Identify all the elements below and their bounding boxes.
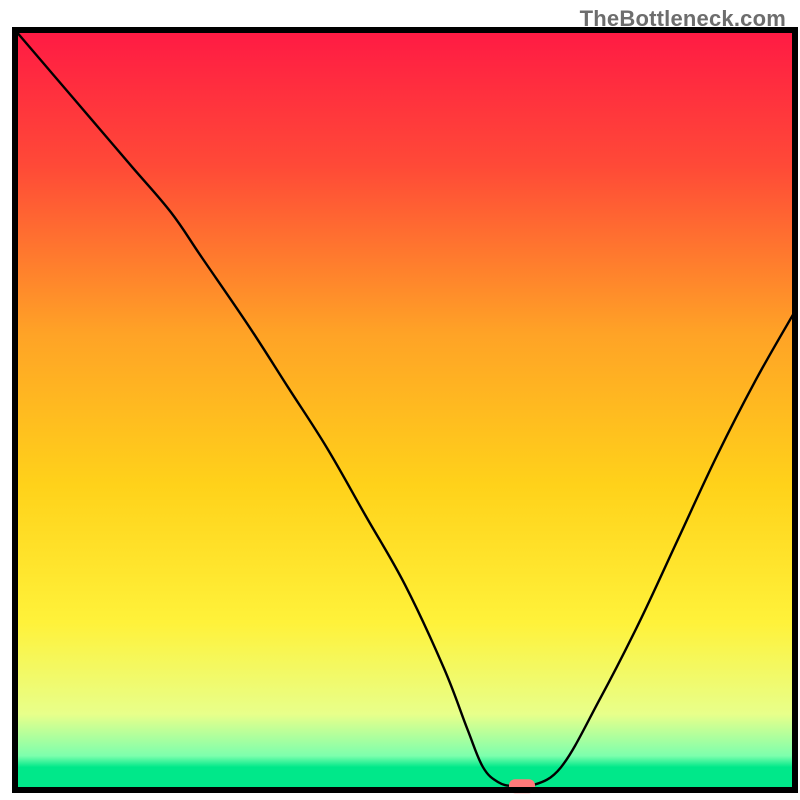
chart-container: TheBottleneck.com [0, 0, 800, 800]
bottleneck-chart [0, 0, 800, 800]
plot-background [15, 30, 795, 790]
watermark-text: TheBottleneck.com [580, 6, 786, 32]
